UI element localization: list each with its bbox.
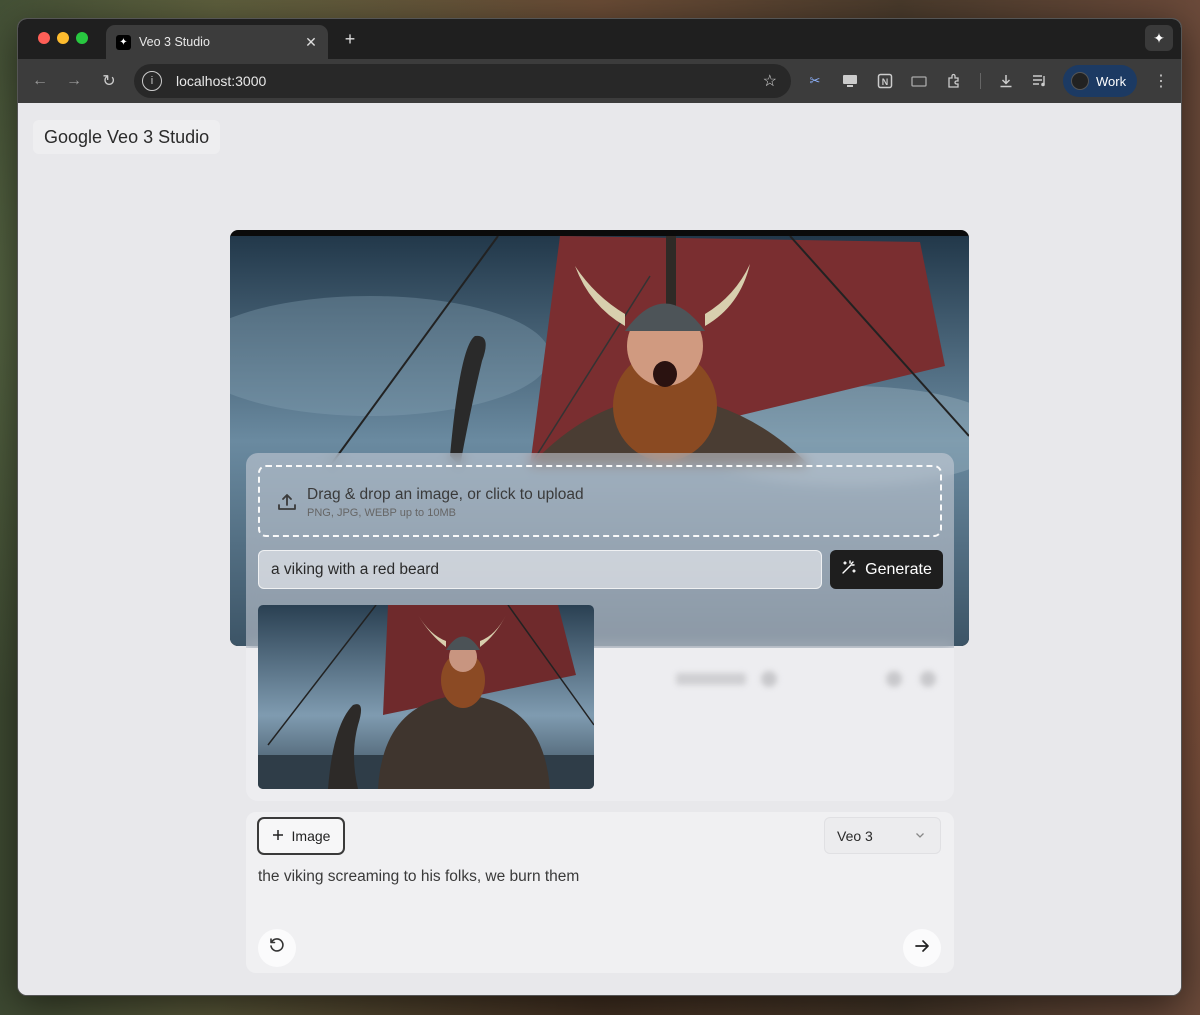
reset-button[interactable]: [258, 929, 296, 967]
scissors-extension-icon[interactable]: ✂: [805, 71, 825, 91]
image-dropzone[interactable]: Drag & drop an image, or click to upload…: [258, 465, 942, 537]
model-select[interactable]: Veo 3: [824, 817, 941, 854]
avatar: [1071, 72, 1089, 90]
url-text: localhost:3000: [176, 73, 267, 89]
dropzone-subtitle: PNG, JPG, WEBP up to 10MB: [307, 507, 456, 519]
reset-icon: [268, 937, 286, 960]
address-bar[interactable]: i localhost:3000 ☆: [134, 64, 791, 98]
profile-chip[interactable]: Work: [1063, 65, 1137, 97]
gemini-icon[interactable]: ✦: [1145, 25, 1173, 51]
tab-title: Veo 3 Studio: [139, 35, 210, 49]
generation-panel: Drag & drop an image, or click to upload…: [246, 453, 954, 801]
plus-icon: [272, 828, 284, 844]
app-title: Google Veo 3 Studio: [33, 120, 221, 154]
close-icon[interactable]: ✕: [302, 33, 320, 51]
sparkle-icon: ✦: [116, 34, 131, 50]
reference-image-thumbnail[interactable]: [258, 605, 594, 789]
toolbar-separator: [980, 73, 981, 89]
new-tab-button[interactable]: +: [340, 29, 360, 49]
bookmark-star-icon[interactable]: ☆: [763, 71, 777, 91]
forward-icon[interactable]: →: [62, 69, 86, 93]
svg-text:N: N: [882, 77, 889, 87]
tab-strip: ✦ Veo 3 Studio ✕ + ✦: [18, 19, 1181, 59]
back-icon[interactable]: ←: [28, 69, 52, 93]
video-controls-placeholder: [676, 671, 946, 691]
video-composer: Image Veo 3 the viking screaming to his …: [246, 812, 954, 973]
image-prompt-input[interactable]: [258, 550, 822, 589]
playlist-icon[interactable]: [1030, 71, 1050, 91]
page-content: Google Veo 3 Studio Drag & drop an image…: [18, 103, 1181, 995]
add-image-button[interactable]: Image: [257, 817, 345, 855]
close-window-button[interactable]: [38, 32, 50, 44]
add-image-label: Image: [291, 828, 331, 844]
site-info-icon[interactable]: i: [142, 71, 162, 91]
magic-wand-icon: [841, 559, 857, 580]
video-prompt-text[interactable]: the viking screaming to his folks, we bu…: [258, 868, 579, 886]
download-icon[interactable]: [996, 71, 1016, 91]
profile-label: Work: [1096, 73, 1127, 89]
upload-icon: [276, 491, 298, 513]
maximize-window-button[interactable]: [76, 32, 88, 44]
minimize-window-button[interactable]: [57, 32, 69, 44]
dropzone-title: Drag & drop an image, or click to upload: [307, 486, 584, 503]
tablet-icon[interactable]: [909, 71, 929, 91]
reload-icon[interactable]: ↻: [97, 69, 121, 93]
browser-tab[interactable]: ✦ Veo 3 Studio ✕: [106, 25, 328, 59]
generate-label: Generate: [865, 560, 932, 578]
viking-thumbnail-image: [258, 605, 594, 789]
notion-icon[interactable]: N: [875, 71, 895, 91]
chevron-down-icon: [914, 829, 926, 841]
browser-toolbar: ← → ↻ i localhost:3000 ☆ ✂ N Work ⋮: [18, 59, 1181, 103]
extensions-icon[interactable]: [944, 71, 964, 91]
arrow-right-icon: [914, 938, 930, 959]
send-button[interactable]: [903, 929, 941, 967]
cast-icon[interactable]: [840, 71, 860, 91]
generate-button[interactable]: Generate: [830, 550, 943, 589]
browser-window: ✦ Veo 3 Studio ✕ + ✦ ← → ↻ i localhost:3…: [17, 18, 1182, 996]
model-select-value: Veo 3: [837, 827, 873, 844]
menu-icon[interactable]: ⋮: [1151, 71, 1171, 91]
